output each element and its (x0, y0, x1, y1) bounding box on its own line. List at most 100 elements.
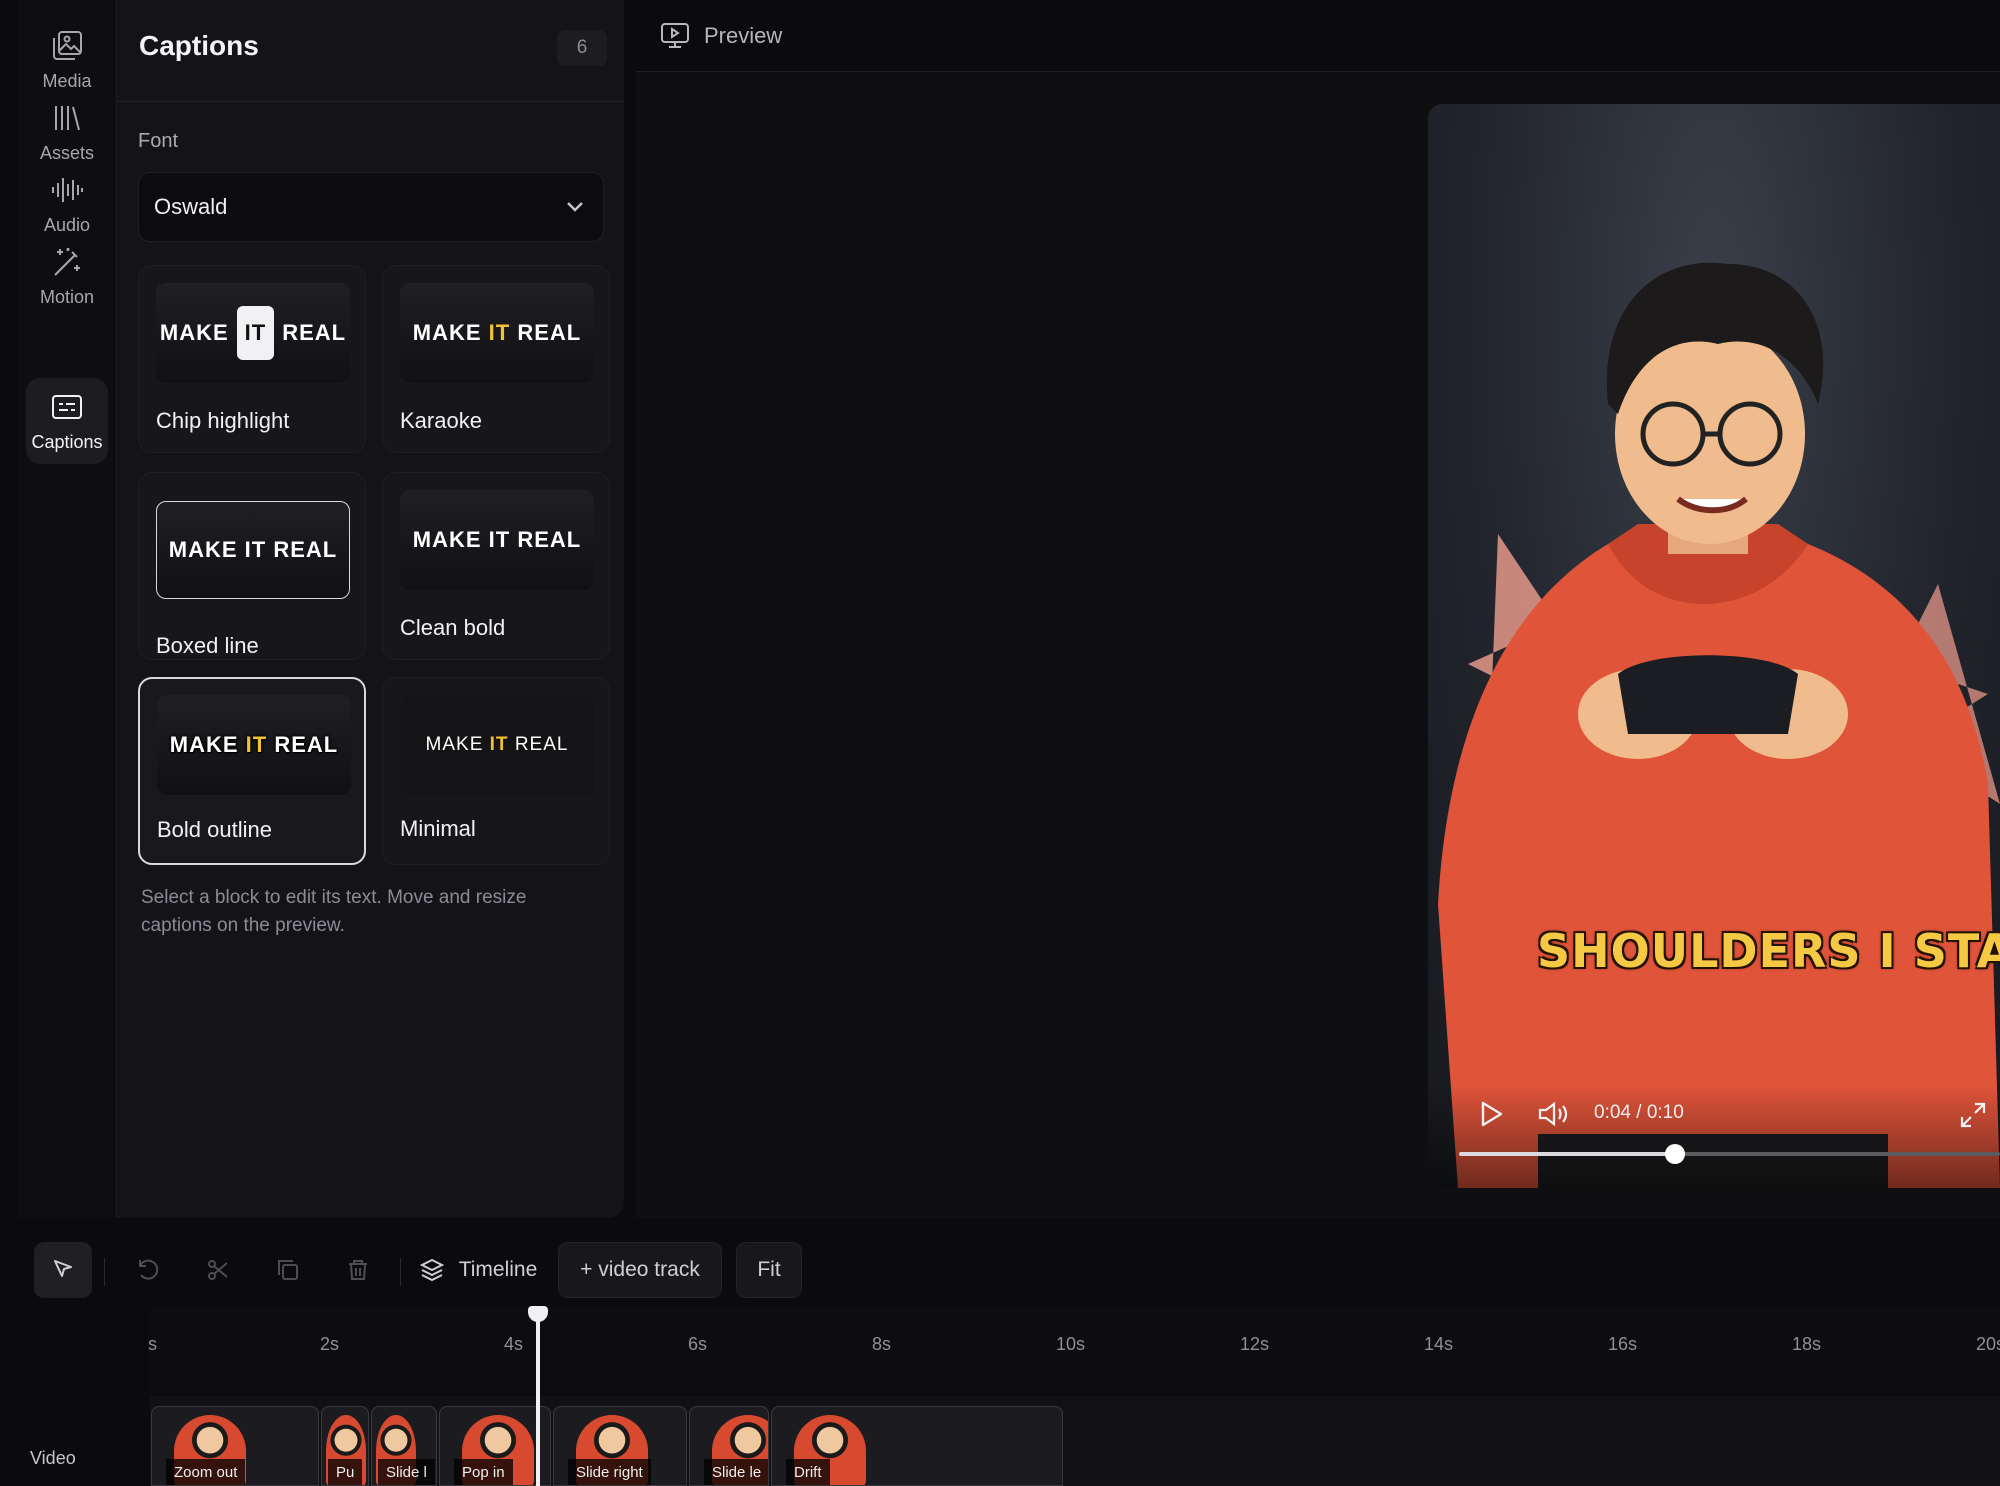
rail-item-label: Assets (39, 142, 95, 163)
layers-icon (419, 1258, 444, 1282)
fit-button[interactable]: Fit (736, 1242, 802, 1298)
playhead[interactable] (536, 1310, 540, 1486)
clip-label: Slide right (568, 1459, 651, 1485)
timeline-clip[interactable]: Slide l (371, 1406, 437, 1486)
timeline-clip[interactable]: Slide right (553, 1406, 687, 1486)
rail-item-captions[interactable]: Captions (26, 378, 108, 464)
volume-icon[interactable] (1536, 1100, 1570, 1128)
panel-header: Captions 6 (117, 0, 625, 102)
timeline-clip[interactable]: Drift (771, 1406, 1063, 1486)
ruler-tick: s (148, 1334, 157, 1354)
caption-style-chip-highlight[interactable]: MAKE IT REAL Chip highlight (138, 265, 366, 453)
ruler-tick: 2s (320, 1334, 340, 1354)
preview-word: REAL (514, 734, 569, 755)
font-select[interactable]: Oswald (138, 172, 604, 242)
caption-style-minimal[interactable]: MAKE IT REAL Minimal (382, 677, 610, 865)
play-icon[interactable] (1476, 1099, 1506, 1129)
caption-style-karaoke[interactable]: MAKE IT REAL Karaoke (382, 265, 610, 453)
ruler-tick: 12s (1240, 1334, 1270, 1354)
rail-item-label: Audio (43, 214, 91, 235)
seek-progress (1459, 1152, 1676, 1156)
preview-header: Preview (636, 0, 2000, 72)
preview-highlight-word: IT (489, 734, 509, 755)
style-preview: MAKE IT REAL (400, 283, 594, 383)
preview-highlight-word: IT (245, 732, 268, 757)
duplicate-button[interactable] (260, 1242, 316, 1298)
preview-word: REAL (274, 732, 339, 757)
undo-button[interactable] (120, 1242, 176, 1298)
audio-icon (52, 177, 83, 202)
cursor-icon (54, 1260, 72, 1277)
undo-icon (139, 1259, 159, 1280)
character-illustration (1438, 262, 2000, 1188)
style-name: Chip highlight (156, 408, 290, 433)
caption-style-clean-bold[interactable]: MAKE IT REAL Clean bold (382, 472, 610, 660)
panel-hint: Select a block to edit its text. Move an… (141, 887, 527, 936)
timeline-layers-button[interactable]: Timeline (410, 1242, 546, 1298)
video-preview[interactable]: SHOULDERS I STAND 0:04 / 0:10 (1428, 104, 2000, 1188)
motion-icon (54, 247, 80, 276)
rail-item-label: Captions (31, 431, 103, 452)
preview-word: MAKE (169, 732, 239, 757)
caption-word: SHOULDERS (1537, 924, 1862, 978)
rail-item-label: Motion (39, 286, 95, 307)
track-label: Video (30, 1448, 76, 1468)
ruler-tick: 14s (1424, 1334, 1454, 1354)
ruler-tick: 20s (1976, 1334, 2000, 1354)
rail-item-label: Media (42, 70, 92, 91)
font-select-value: Oswald (154, 194, 228, 219)
preview-highlight-word: IT (488, 320, 511, 345)
fullscreen-icon[interactable] (1958, 1100, 1988, 1130)
trash-icon (349, 1260, 367, 1280)
preview-icon (661, 22, 689, 48)
caption-word: STAND (1913, 924, 2000, 978)
caption-overlay[interactable]: SHOULDERS I STAND (1537, 924, 2000, 978)
captions-icon (52, 394, 82, 419)
add-video-track-button[interactable]: + video track (558, 1242, 722, 1298)
media-icon (53, 30, 82, 60)
toolbar-divider (400, 1258, 401, 1286)
player-controls (1428, 1084, 2000, 1188)
style-name: Karaoke (400, 408, 482, 433)
caption-style-bold-outline[interactable]: MAKE IT REAL Bold outline (138, 677, 366, 865)
caption-cursor: I (1878, 924, 1897, 978)
font-label: Font (138, 130, 179, 152)
timeline-clip[interactable]: Pop in (439, 1406, 551, 1486)
timeline-clip[interactable]: Pu (321, 1406, 369, 1486)
style-name: Clean bold (400, 615, 506, 640)
preview-word: REAL (282, 320, 347, 345)
style-preview: MAKE IT REAL (400, 695, 594, 795)
ruler-tick: 4s (504, 1334, 524, 1354)
style-preview: MAKE IT REAL (400, 490, 594, 590)
timeline-clip[interactable]: Zoom out (151, 1406, 319, 1486)
video-track[interactable]: Zoom out Pu Slide l Pop in Slide right Slide … (150, 1396, 2000, 1486)
caption-style-boxed-line[interactable]: MAKE IT REAL Boxed line (138, 472, 366, 660)
clip-label: Pop in (454, 1459, 513, 1485)
style-preview: MAKE IT REAL (156, 283, 350, 383)
chevron-down-icon (567, 202, 583, 212)
ruler-tick: 16s (1608, 1334, 1638, 1354)
timeline-ruler[interactable]: s 2s 4s 6s 8s 10s 12s 14s 16s 18s 20s (148, 1308, 2000, 1394)
preview-title: Preview (704, 22, 783, 48)
timeline-clip[interactable]: Slide le (689, 1406, 769, 1486)
ruler-tick: 8s (872, 1334, 892, 1354)
timeline-toolbar: Timeline + video track Fit (0, 1230, 2000, 1310)
preview-word: MAKE (412, 320, 482, 345)
time-display: 0:04 / 0:10 (1594, 1102, 1684, 1123)
delete-button[interactable] (330, 1242, 386, 1298)
clip-label: Slide l (378, 1459, 435, 1485)
split-button[interactable] (190, 1242, 246, 1298)
preview-word: MAKE (159, 320, 229, 345)
timeline-label: Timeline (458, 1258, 538, 1281)
copy-icon (278, 1260, 298, 1280)
select-tool-button[interactable] (34, 1242, 92, 1298)
style-name: Boxed line (156, 633, 259, 658)
style-preview: MAKE IT REAL (156, 501, 350, 599)
toolbar-divider (104, 1258, 105, 1286)
rail-item-motion[interactable]: Motion (26, 234, 108, 318)
style-count-badge: 6 (557, 30, 607, 66)
preview-chip-word: IT (236, 306, 275, 360)
clip-label: Pu (328, 1459, 363, 1485)
clip-label: Zoom out (166, 1459, 246, 1485)
clip-label: Drift (786, 1459, 830, 1485)
